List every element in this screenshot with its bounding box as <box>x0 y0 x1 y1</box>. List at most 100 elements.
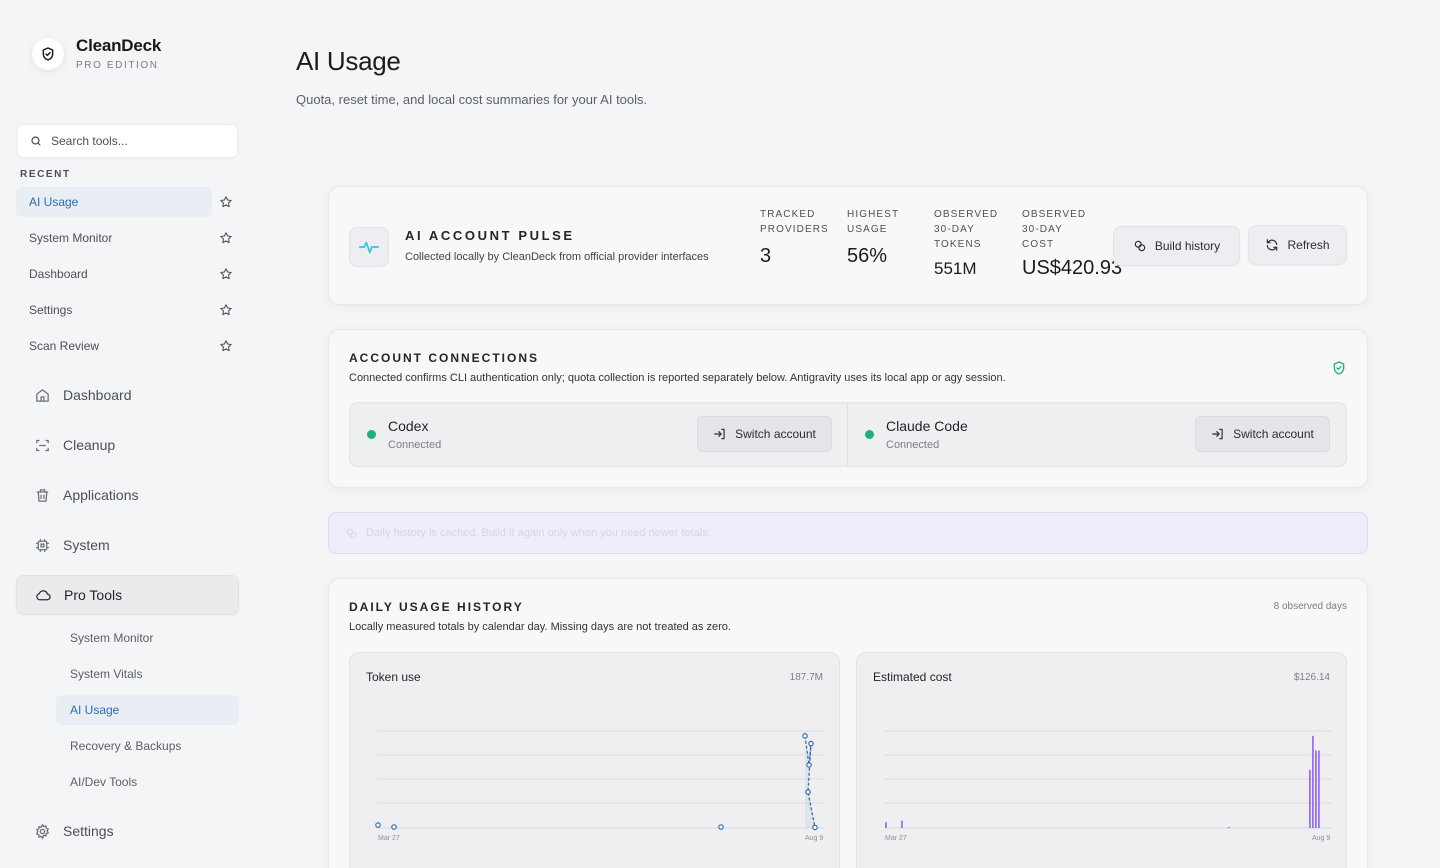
connection-status: Connected <box>388 439 442 451</box>
nav-item-system[interactable]: System <box>16 525 239 565</box>
sub-item-system-vitals[interactable]: System Vitals <box>56 659 239 689</box>
brand[interactable]: CleanDeck PRO EDITION <box>32 36 161 71</box>
ai-account-pulse-card: AI ACCOUNT PULSE Collected locally by Cl… <box>328 186 1368 305</box>
activity-icon <box>349 227 389 267</box>
recent-item-scan-review[interactable]: Scan Review <box>16 331 212 361</box>
nav-label: Settings <box>63 823 114 839</box>
data-point <box>391 824 397 830</box>
connection-status: Connected <box>886 439 940 451</box>
page-subtitle: Quota, reset time, and local cost summar… <box>296 92 648 107</box>
bar <box>1309 769 1311 828</box>
refresh-icon <box>1265 238 1279 252</box>
star-icon[interactable] <box>219 267 233 281</box>
data-point <box>806 762 812 768</box>
star-icon[interactable] <box>219 231 233 245</box>
bar <box>1315 750 1317 828</box>
star-icon[interactable] <box>219 303 233 317</box>
search-placeholder: Search tools... <box>51 134 128 148</box>
recent-item-system-monitor[interactable]: System Monitor <box>16 223 212 253</box>
history-icon <box>346 528 357 538</box>
brand-name: CleanDeck <box>76 36 162 55</box>
nav-label: Applications <box>63 487 139 503</box>
trash-icon <box>33 486 51 504</box>
nav-label: Pro Tools <box>64 587 123 603</box>
bar <box>901 820 903 828</box>
data-point <box>812 824 818 831</box>
stat-label: HIGHEST USAGE <box>847 209 900 235</box>
x-tick-label: Mar 27 <box>378 835 400 842</box>
home-icon <box>33 386 51 404</box>
connection-codex: Codex Connected Switch account <box>350 403 847 466</box>
status-dot <box>367 430 376 439</box>
build-history-button[interactable]: Build history <box>1113 226 1240 266</box>
page-title: AI Usage <box>296 46 401 76</box>
history-subtitle: Locally measured totals by calendar day.… <box>349 621 731 633</box>
history-cache-banner: Daily history is cached. Build it again … <box>328 512 1368 554</box>
switch-account-button[interactable]: Switch account <box>697 416 832 452</box>
build-history-label: Build history <box>1154 239 1221 253</box>
nav-item-settings[interactable]: Settings <box>16 811 239 851</box>
nav-item-dashboard[interactable]: Dashboard <box>16 375 239 415</box>
banner-text: Daily history is cached. Build it again … <box>366 527 711 539</box>
stat-label: TRACKED PROVIDERS <box>760 209 829 235</box>
sub-item-ai-usage[interactable]: AI Usage <box>56 695 239 725</box>
stat-value: 3 <box>760 245 772 267</box>
status-dot <box>865 430 874 439</box>
estimated-cost-plot: Mar 27 Aug 9 <box>885 730 1331 842</box>
recent-label: RECENT <box>20 169 71 180</box>
sidebar: CleanDeck PRO EDITION Search tools... RE… <box>0 0 256 868</box>
gear-icon <box>33 822 51 840</box>
pulse-title: AI ACCOUNT PULSE <box>405 228 575 243</box>
data-point <box>802 733 808 739</box>
connections-title: ACCOUNT CONNECTIONS <box>349 351 539 365</box>
refresh-button[interactable]: Refresh <box>1248 225 1347 265</box>
search-input[interactable]: Search tools... <box>17 124 238 158</box>
nav-item-cleanup[interactable]: Cleanup <box>16 425 239 465</box>
star-icon[interactable] <box>219 339 233 353</box>
stat-tracked-providers: TRACKED PROVIDERS 3 <box>760 207 829 268</box>
chip-icon <box>33 536 51 554</box>
history-observed-days: 8 observed days <box>1273 601 1347 612</box>
token-use-plot: Mar 27 Aug 9 <box>375 730 824 842</box>
bar <box>1312 735 1314 828</box>
nav-label: Dashboard <box>63 387 132 403</box>
switch-account-label: Switch account <box>735 427 816 441</box>
scan-icon <box>33 436 51 454</box>
data-point <box>718 824 724 830</box>
recent-item-dashboard[interactable]: Dashboard <box>16 259 212 289</box>
data-point <box>375 822 381 828</box>
connection-claude-code: Claude Code Connected Switch account <box>848 403 1345 466</box>
chart-total: $126.14 <box>1293 672 1330 683</box>
connection-name: Claude Code <box>886 418 968 434</box>
bar <box>1318 750 1320 828</box>
sub-item-system-monitor[interactable]: System Monitor <box>56 623 239 653</box>
search-icon <box>31 136 41 146</box>
history-title: DAILY USAGE HISTORY <box>349 600 524 614</box>
nav-item-pro-tools[interactable]: Pro Tools <box>16 575 239 615</box>
nav-label: Cleanup <box>63 437 116 453</box>
stat-value: 551M <box>934 259 977 278</box>
data-point <box>808 740 814 747</box>
connection-name: Codex <box>388 418 429 434</box>
history-icon <box>1133 239 1147 253</box>
connections-list: Codex Connected Switch account Claude Co… <box>349 402 1347 467</box>
switch-account-button[interactable]: Switch account <box>1195 416 1330 452</box>
x-tick-label: Aug 9 <box>805 835 823 842</box>
star-icon[interactable] <box>219 195 233 209</box>
cloud-icon <box>34 586 52 604</box>
recent-item-ai-usage[interactable]: AI Usage <box>16 187 212 217</box>
account-connections-card: ACCOUNT CONNECTIONS Connected confirms C… <box>328 329 1368 488</box>
recent-item-settings[interactable]: Settings <box>16 295 212 325</box>
brand-edition: PRO EDITION <box>76 60 159 71</box>
switch-account-label: Switch account <box>1233 427 1314 441</box>
x-tick-label: Mar 27 <box>885 835 907 842</box>
stat-value: 56% <box>847 245 888 267</box>
stat-observed-tokens: OBSERVED 30-DAY TOKENS 551M <box>934 207 998 279</box>
connections-subtitle: Connected confirms CLI authentication on… <box>349 372 1006 384</box>
stat-label: OBSERVED 30-DAY COST <box>1022 209 1087 250</box>
sub-item-ai-dev-tools[interactable]: AI/Dev Tools <box>56 767 239 797</box>
sub-item-recovery-backups[interactable]: Recovery & Backups <box>56 731 239 761</box>
nav-item-applications[interactable]: Applications <box>16 475 239 515</box>
stat-label: OBSERVED 30-DAY TOKENS <box>934 209 999 250</box>
shield-check-icon <box>1333 361 1345 375</box>
